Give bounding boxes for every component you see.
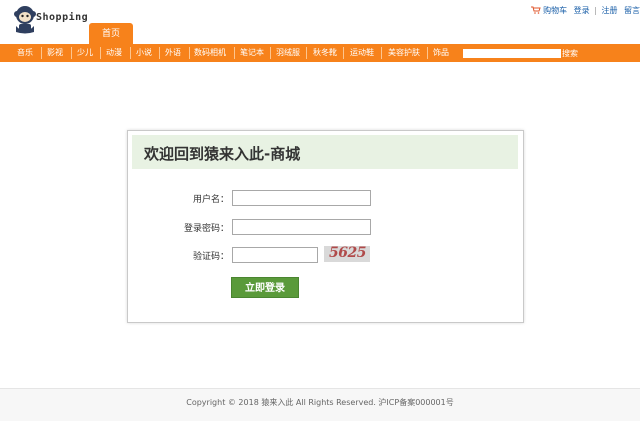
- search-input[interactable]: [463, 49, 561, 58]
- nav-item-beauty-skincare[interactable]: 美容护肤: [388, 44, 420, 62]
- monkey-logo-icon[interactable]: [12, 4, 38, 34]
- cart-link[interactable]: 购物车: [543, 6, 567, 15]
- nav-item-laptop[interactable]: 笔记本: [240, 44, 264, 62]
- nav-item-jewelry[interactable]: 饰品: [433, 44, 449, 62]
- nav-divider: [159, 47, 160, 59]
- top-header: Shopping 首页 购物车 登录 | 注册 留言: [0, 0, 640, 44]
- captcha-image[interactable]: 5625: [324, 245, 370, 262]
- nav-divider: [189, 47, 190, 59]
- user-links: 购物车 登录 | 注册 留言: [531, 5, 640, 16]
- nav-divider: [130, 47, 131, 59]
- nav-item-down-jacket[interactable]: 羽绒服: [276, 44, 300, 62]
- register-link[interactable]: 注册: [601, 6, 617, 15]
- tab-home[interactable]: 首页: [89, 23, 133, 44]
- nav-divider: [381, 47, 382, 59]
- password-label: 登录密码：: [183, 224, 229, 234]
- link-separator: |: [594, 6, 597, 15]
- nav-divider: [306, 47, 307, 59]
- nav-divider: [71, 47, 72, 59]
- nav-divider: [234, 47, 235, 59]
- copyright-text: Copyright © 2018 猿来入此 All Rights Reserve…: [186, 398, 454, 407]
- nav-item-anime[interactable]: 动漫: [106, 44, 122, 62]
- search-button[interactable]: 搜索: [562, 44, 578, 62]
- captcha-label: 验证码：: [192, 252, 229, 262]
- login-link[interactable]: 登录: [574, 6, 590, 15]
- login-button[interactable]: 立即登录: [231, 277, 299, 298]
- captcha-field[interactable]: [232, 247, 318, 263]
- nav-item-novel[interactable]: 小说: [136, 44, 152, 62]
- nav-divider: [41, 47, 42, 59]
- nav-divider: [427, 47, 428, 59]
- message-link[interactable]: 留言: [624, 6, 640, 15]
- shopping-cart-icon: [531, 6, 541, 14]
- username-label: 用户名：: [192, 195, 229, 205]
- login-title: 欢迎回到猿来入此-商城: [144, 145, 301, 163]
- footer: Copyright © 2018 猿来入此 All Rights Reserve…: [0, 388, 640, 421]
- nav-item-winter-boots[interactable]: 秋冬靴: [313, 44, 337, 62]
- nav-divider: [100, 47, 101, 59]
- username-field[interactable]: [232, 190, 371, 206]
- nav-item-children[interactable]: 少儿: [77, 44, 93, 62]
- login-panel: 欢迎回到猿来入此-商城 用户名： 登录密码： 验证码： 5625 立即登录: [127, 130, 524, 323]
- login-panel-header: 欢迎回到猿来入此-商城: [132, 135, 518, 169]
- nav-item-film[interactable]: 影视: [47, 44, 63, 62]
- captcha-code: 5625: [329, 245, 366, 261]
- nav-item-music[interactable]: 音乐: [17, 44, 33, 62]
- nav-divider: [270, 47, 271, 59]
- nav-item-foreign-language[interactable]: 外语: [165, 44, 181, 62]
- nav-item-digital-camera[interactable]: 数码相机: [194, 44, 226, 62]
- logo-text: Shopping: [36, 12, 89, 23]
- nav-item-sneakers[interactable]: 运动鞋: [350, 44, 374, 62]
- nav-divider: [343, 47, 344, 59]
- password-field[interactable]: [232, 219, 371, 235]
